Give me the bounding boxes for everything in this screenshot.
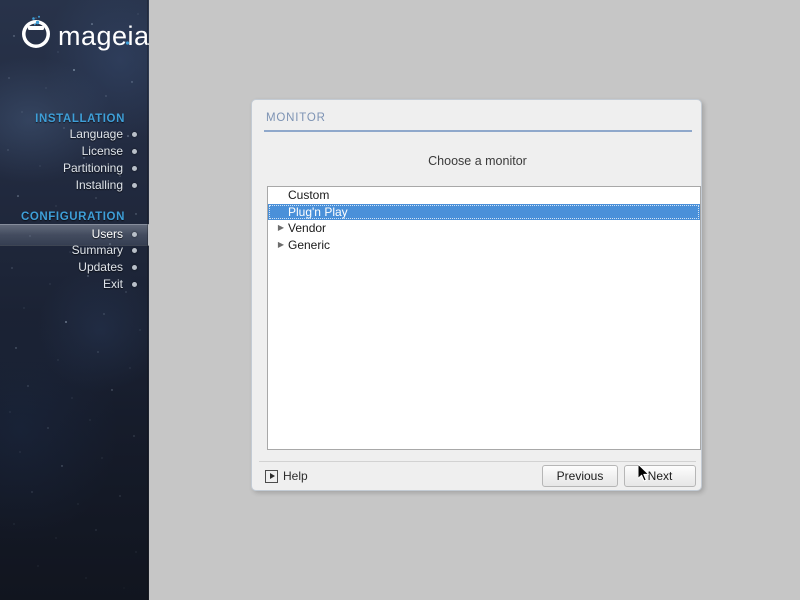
sidebar-item-label: Users xyxy=(91,227,123,241)
sidebar-heading-configuration: CONFIGURATION xyxy=(20,211,125,223)
list-item-label: Vendor xyxy=(288,221,327,236)
starfield-background xyxy=(7,13,141,589)
prompt-text: Choose a monitor xyxy=(428,154,527,168)
sidebar-item-label: Language xyxy=(69,127,123,141)
next-button[interactable]: Next xyxy=(624,465,696,487)
sidebar-item-summary[interactable]: Summary xyxy=(72,242,137,258)
sidebar-heading-installation: INSTALLATION xyxy=(35,113,125,125)
list-item-label: Custom xyxy=(288,188,330,203)
mageia-logo: mageia xyxy=(22,15,149,51)
monitor-dialog: MONITOR Choose a monitor ▶ Custom ▶ Plug… xyxy=(251,99,702,491)
sidebar-item-updates[interactable]: Updates xyxy=(78,259,137,275)
sidebar-item-exit[interactable]: Exit xyxy=(103,276,137,292)
list-item-vendor[interactable]: ▶ Vendor xyxy=(268,220,700,237)
status-dot-icon xyxy=(132,131,137,137)
installer-screen: mageia INSTALLATION Language License Par… xyxy=(0,0,800,600)
sidebar: mageia INSTALLATION Language License Par… xyxy=(0,0,149,600)
title-underline xyxy=(264,130,692,132)
status-dot-icon xyxy=(132,148,137,154)
status-dot-icon xyxy=(132,247,137,253)
sidebar-item-language[interactable]: Language xyxy=(70,126,137,142)
sidebar-item-users[interactable]: Users xyxy=(92,226,137,242)
sidebar-edge-divider xyxy=(147,0,149,600)
status-dot-icon xyxy=(132,281,137,287)
help-label: Help xyxy=(283,469,308,483)
sidebar-item-label: Installing xyxy=(75,178,123,192)
sidebar-item-label: Summary xyxy=(71,243,123,257)
monitor-list[interactable]: ▶ Custom ▶ Plug'n Play ▶ Vendor ▶ Generi… xyxy=(267,186,701,450)
dialog-content: MONITOR Choose a monitor ▶ Custom ▶ Plug… xyxy=(259,106,701,487)
list-item-custom[interactable]: ▶ Custom xyxy=(268,187,700,204)
footer-divider xyxy=(259,461,696,462)
status-dot-icon xyxy=(132,182,137,188)
list-item-plug-n-play[interactable]: ▶ Plug'n Play xyxy=(268,203,700,221)
sidebar-item-label: License xyxy=(81,144,123,158)
list-item-generic[interactable]: ▶ Generic xyxy=(268,237,700,254)
list-item-label: Plug'n Play xyxy=(288,204,348,219)
help-button[interactable]: Help xyxy=(265,469,308,483)
help-play-box-icon xyxy=(265,469,278,483)
status-dot-icon xyxy=(132,231,137,237)
previous-button[interactable]: Previous xyxy=(542,465,618,487)
sidebar-item-partitioning[interactable]: Partitioning xyxy=(63,160,137,176)
sidebar-item-label: Exit xyxy=(102,277,123,291)
sidebar-item-installing[interactable]: Installing xyxy=(76,177,137,193)
sidebar-item-license[interactable]: License xyxy=(82,143,137,159)
page-title: MONITOR xyxy=(266,112,326,124)
sidebar-item-label: Updates xyxy=(78,260,123,274)
status-dot-icon xyxy=(132,165,137,171)
status-dot-icon xyxy=(132,264,137,270)
sidebar-item-label: Partitioning xyxy=(62,161,123,175)
expander-triangle-icon[interactable]: ▶ xyxy=(274,241,288,249)
list-item-label: Generic xyxy=(288,238,331,253)
expander-triangle-icon[interactable]: ▶ xyxy=(274,224,288,232)
svg-text:mageia: mageia xyxy=(58,21,149,51)
